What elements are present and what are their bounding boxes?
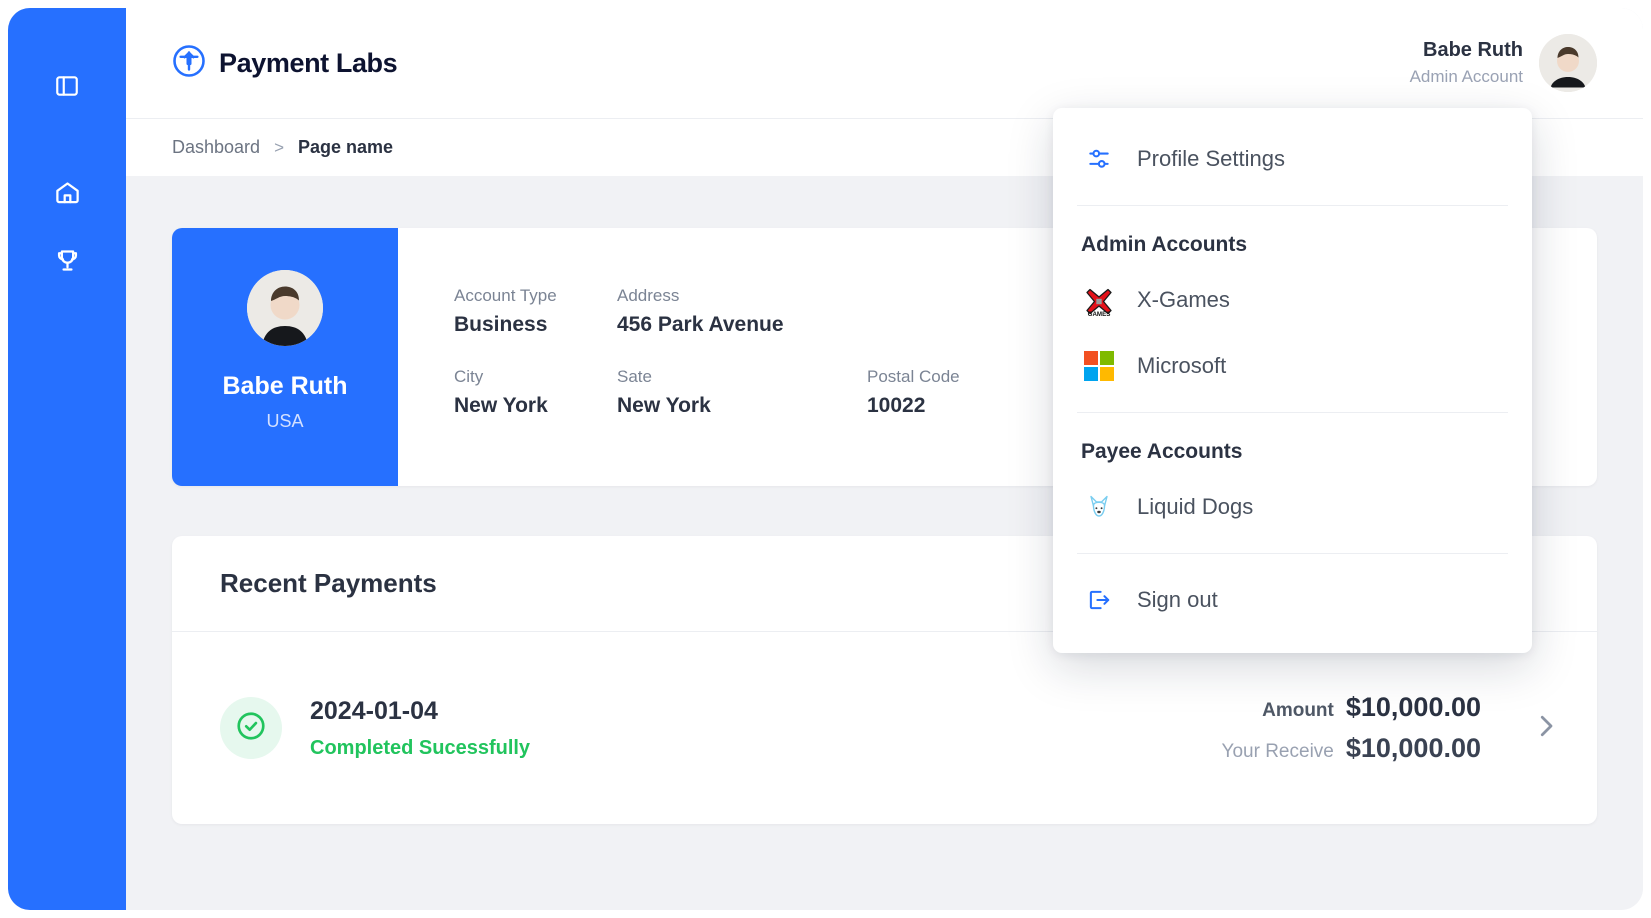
field-state: Sate New York bbox=[617, 367, 867, 418]
receive-value: $10,000.00 bbox=[1346, 733, 1481, 764]
status-badge bbox=[220, 697, 282, 759]
header-user-name: Babe Ruth bbox=[1410, 38, 1523, 63]
menu-item-label: Sign out bbox=[1137, 587, 1218, 613]
header-user-role: Admin Account bbox=[1410, 66, 1523, 87]
divider bbox=[1077, 553, 1508, 554]
field-address: Address 456 Park Avenue bbox=[617, 286, 867, 337]
row-open-button[interactable] bbox=[1531, 711, 1561, 746]
avatar[interactable] bbox=[1539, 34, 1597, 92]
brand-name: Payment Labs bbox=[219, 48, 397, 79]
svg-text:GAMES: GAMES bbox=[1088, 311, 1111, 317]
sidebar bbox=[8, 8, 126, 910]
table-row[interactable]: 2024-01-04 Completed Sucessfully Amount … bbox=[172, 632, 1597, 824]
chevron-right-icon: > bbox=[274, 138, 284, 158]
trophy-icon bbox=[54, 247, 81, 274]
breadcrumb-current: Page name bbox=[298, 137, 393, 158]
menu-item-label: X-Games bbox=[1137, 287, 1230, 313]
brand[interactable]: Payment Labs bbox=[172, 44, 397, 83]
profile-avatar bbox=[247, 270, 323, 346]
field-label: Address bbox=[617, 286, 867, 306]
field-label: Sate bbox=[617, 367, 867, 387]
menu-item-label: Liquid Dogs bbox=[1137, 494, 1253, 520]
menu-item-sign-out[interactable]: Sign out bbox=[1053, 567, 1532, 633]
chevron-right-icon bbox=[1531, 711, 1561, 746]
sidebar-toggle[interactable] bbox=[45, 64, 89, 108]
menu-item-x-games[interactable]: GAMES X-Games bbox=[1053, 267, 1532, 333]
menu-item-label: Profile Settings bbox=[1137, 146, 1285, 172]
menu-item-liquid-dogs[interactable]: Liquid Dogs bbox=[1053, 474, 1532, 540]
main-area: Payment Labs Babe Ruth Admin Account bbox=[126, 8, 1643, 910]
amount-value: $10,000.00 bbox=[1346, 692, 1481, 723]
field-label: Account Type bbox=[454, 286, 617, 306]
page-title: Recent Payments bbox=[220, 568, 437, 599]
field-value: New York bbox=[454, 394, 617, 418]
menu-item-profile-settings[interactable]: Profile Settings bbox=[1053, 126, 1532, 192]
payment-date: 2024-01-04 bbox=[310, 697, 530, 726]
app-window: Payment Labs Babe Ruth Admin Account bbox=[8, 8, 1643, 910]
field-city: City New York bbox=[454, 367, 617, 418]
amount-label: Amount bbox=[1262, 700, 1334, 722]
field-value: 456 Park Avenue bbox=[617, 313, 867, 337]
menu-item-label: Microsoft bbox=[1137, 353, 1226, 379]
settings-sliders-icon bbox=[1081, 141, 1117, 177]
menu-heading-payee: Payee Accounts bbox=[1053, 426, 1532, 474]
payment-status: Completed Sucessfully bbox=[310, 737, 530, 760]
field-account-type: Account Type Business bbox=[454, 286, 617, 337]
receive-label: Your Receive bbox=[1222, 741, 1334, 763]
field-label: City bbox=[454, 367, 617, 387]
profile-card-identity: Babe Ruth USA bbox=[172, 228, 398, 486]
x-games-logo-icon: GAMES bbox=[1081, 282, 1117, 318]
user-menu-trigger[interactable]: Babe Ruth Admin Account bbox=[1410, 34, 1597, 92]
home-icon bbox=[54, 179, 81, 206]
field-value: Business bbox=[454, 313, 617, 337]
liquid-dogs-logo-icon bbox=[1081, 489, 1117, 525]
check-circle-icon bbox=[235, 710, 267, 747]
field-value: New York bbox=[617, 394, 867, 418]
profile-name: Babe Ruth bbox=[223, 372, 348, 401]
divider bbox=[1077, 412, 1508, 413]
payment-labs-logo-icon bbox=[172, 44, 206, 83]
breadcrumb-root[interactable]: Dashboard bbox=[172, 137, 260, 158]
microsoft-logo-icon bbox=[1081, 348, 1117, 384]
sidebar-item-home[interactable] bbox=[45, 170, 89, 214]
profile-country: USA bbox=[266, 411, 303, 432]
logout-icon bbox=[1081, 582, 1117, 618]
user-dropdown-menu: Profile Settings Admin Accounts GAMES X-… bbox=[1053, 108, 1532, 653]
menu-item-microsoft[interactable]: Microsoft bbox=[1053, 333, 1532, 399]
panel-left-icon bbox=[54, 73, 80, 99]
divider bbox=[1077, 205, 1508, 206]
menu-heading-admin: Admin Accounts bbox=[1053, 219, 1532, 267]
top-header: Payment Labs Babe Ruth Admin Account bbox=[126, 8, 1643, 118]
sidebar-item-awards[interactable] bbox=[45, 238, 89, 282]
